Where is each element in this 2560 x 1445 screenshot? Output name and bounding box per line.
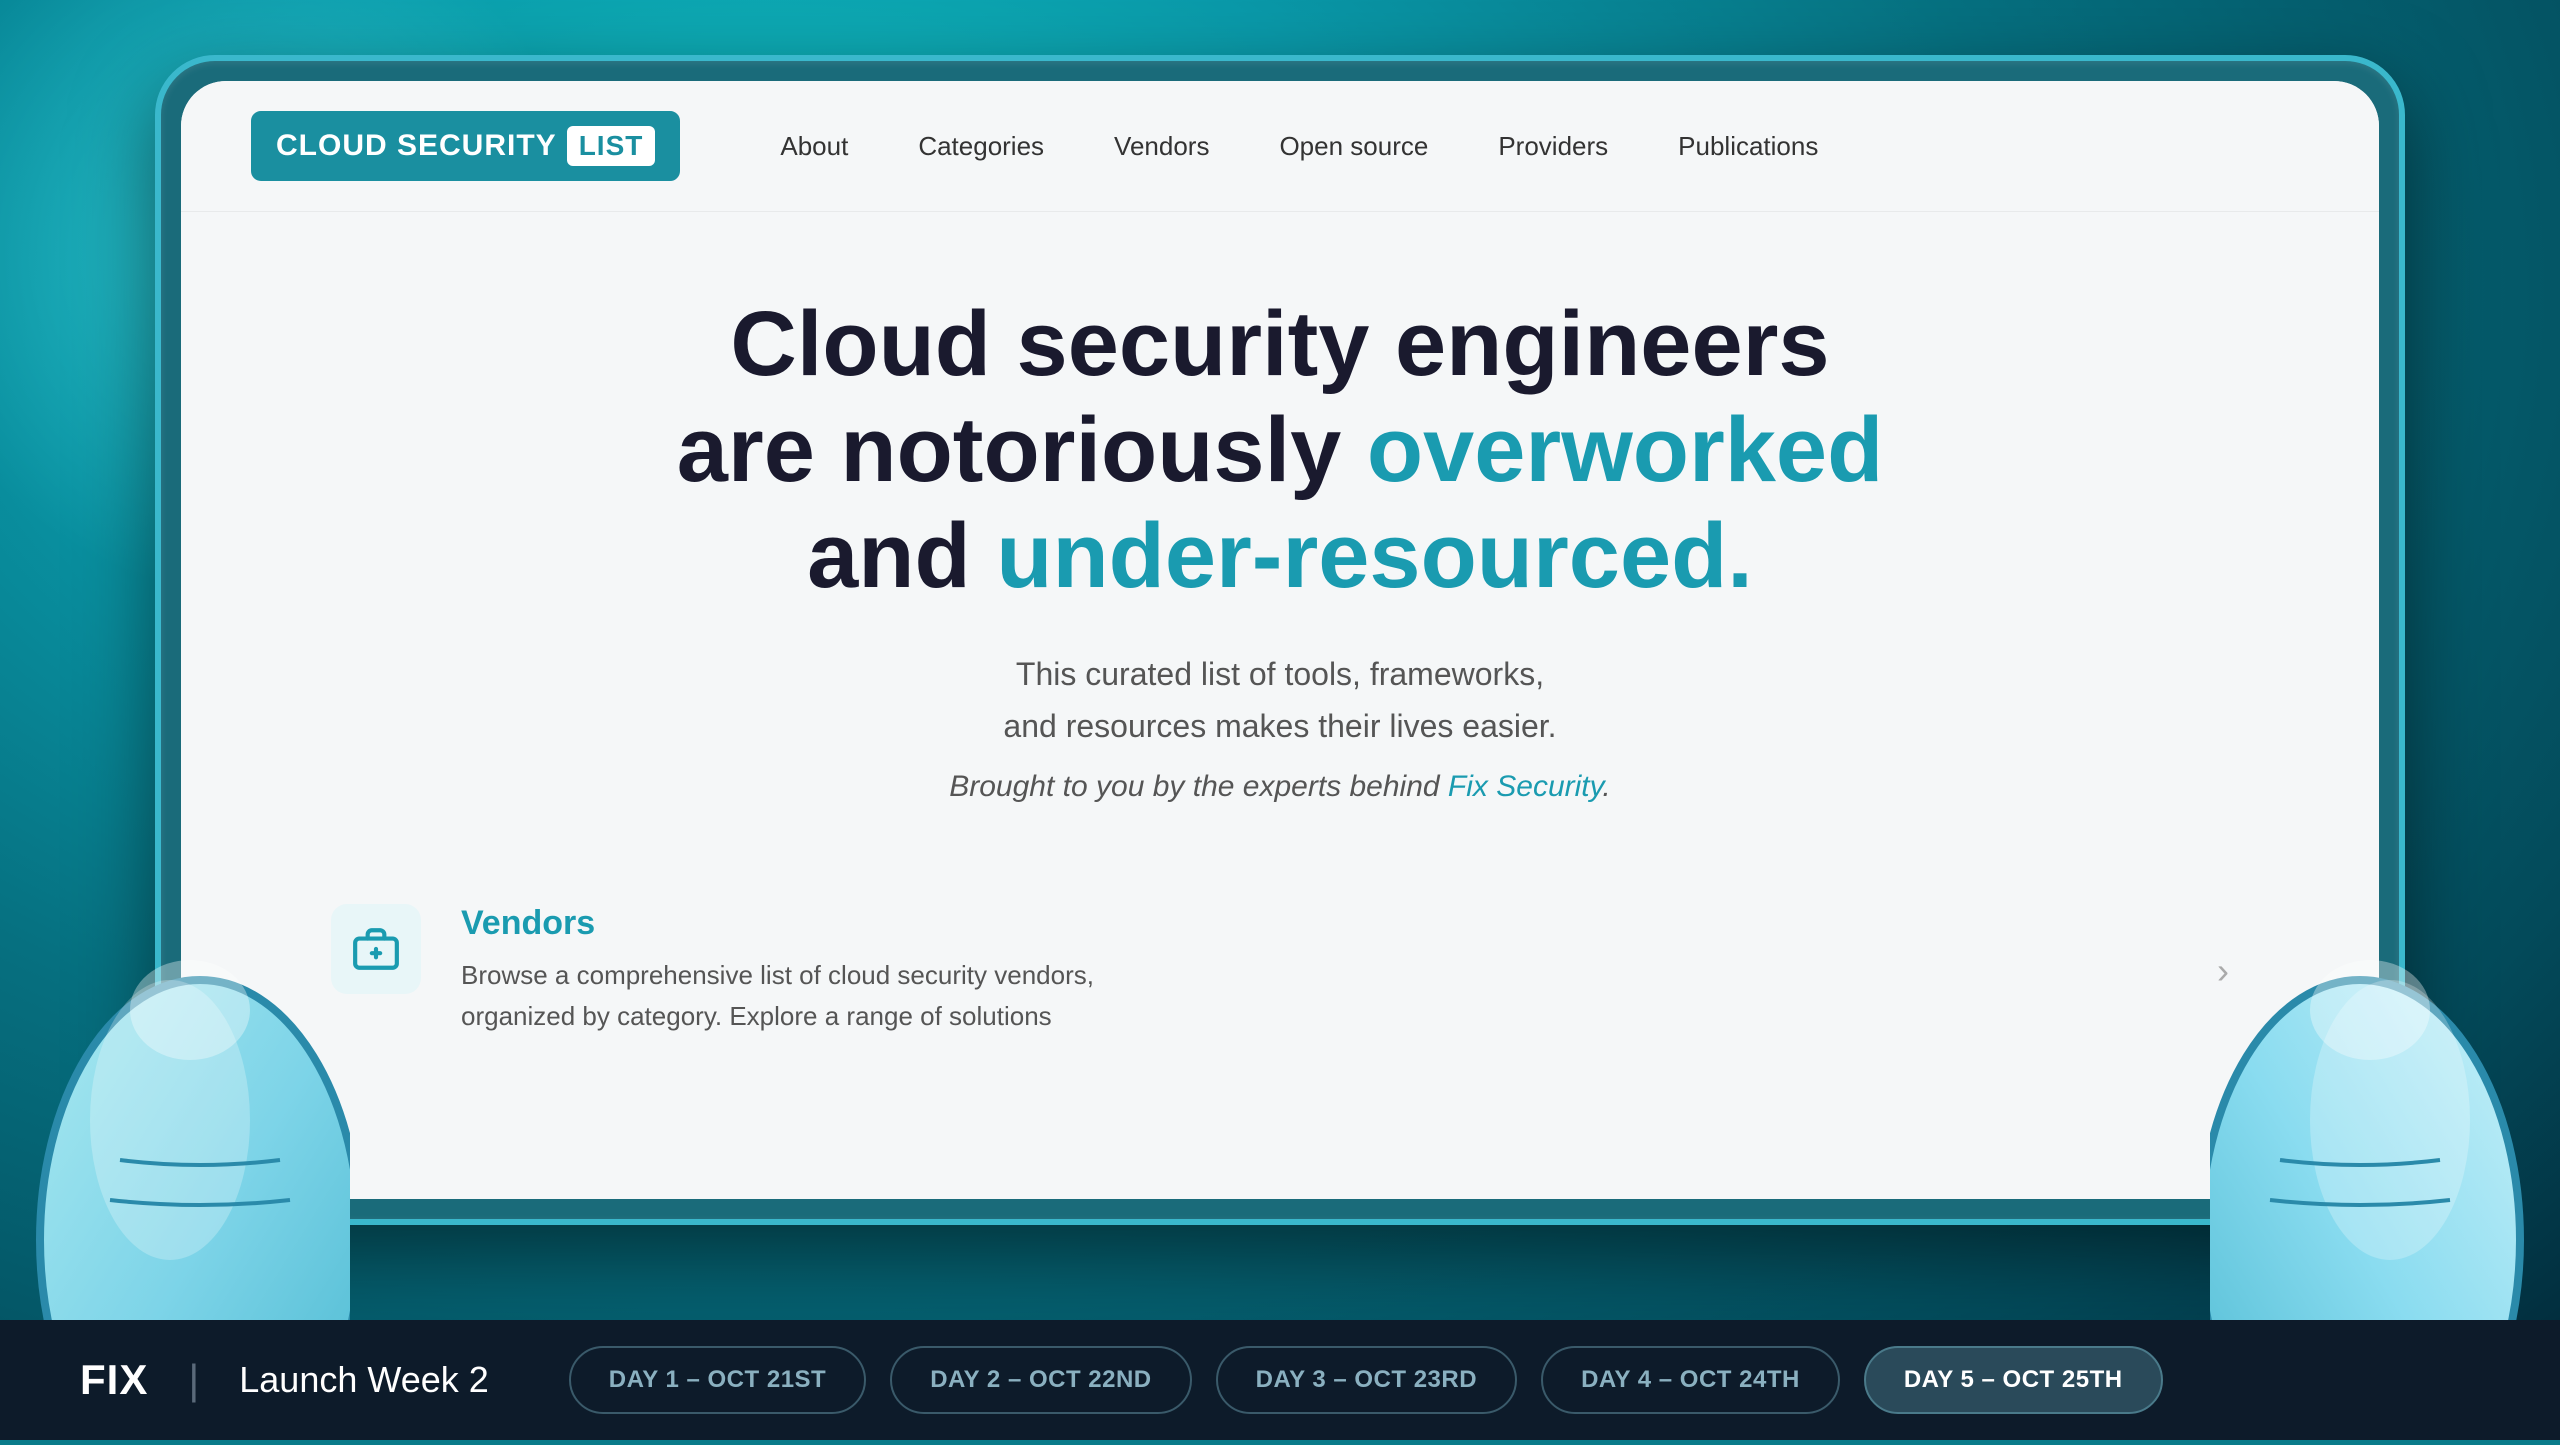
nav-publications[interactable]: Publications — [1678, 131, 1818, 162]
hero-subtitle: This curated list of tools, frameworks, … — [331, 649, 2229, 751]
vendor-content: Vendors Browse a comprehensive list of c… — [461, 904, 2177, 1038]
day-5-button[interactable]: DAY 5 – OCT 25TH — [1864, 1346, 2163, 1414]
nav-vendors[interactable]: Vendors — [1114, 131, 1209, 162]
nav-about[interactable]: About — [780, 131, 848, 162]
tablet-frame: CLOUD SECURITY LIST About Categories Ven… — [155, 55, 2405, 1225]
briefcase-icon — [351, 924, 401, 974]
navbar: CLOUD SECURITY LIST About Categories Ven… — [181, 81, 2379, 212]
screen: CLOUD SECURITY LIST About Categories Ven… — [181, 81, 2379, 1199]
nav-categories[interactable]: Categories — [918, 131, 1044, 162]
vendor-section: Vendors Browse a comprehensive list of c… — [181, 864, 2379, 1078]
logo-text-main: CLOUD SECURITY — [276, 129, 557, 163]
hero-title-part1: Cloud security engineers — [730, 293, 1829, 395]
hero-attribution-text: Brought to you by the experts behind — [949, 770, 1448, 803]
fix-security-link[interactable]: Fix Security — [1448, 770, 1602, 803]
day-buttons: DAY 1 – OCT 21ST DAY 2 – OCT 22ND DAY 3 … — [569, 1346, 2163, 1414]
logo[interactable]: CLOUD SECURITY LIST — [251, 111, 680, 181]
hero-highlight1: overworked — [1367, 399, 1883, 501]
fix-logo: FIX — [80, 1356, 148, 1404]
hero-section: Cloud security engineers are notoriously… — [181, 212, 2379, 864]
day-1-button[interactable]: DAY 1 – OCT 21ST — [569, 1346, 866, 1414]
day-4-button[interactable]: DAY 4 – OCT 24TH — [1541, 1346, 1840, 1414]
hero-subtitle-line2: and resources makes their lives easier. — [1003, 708, 1556, 744]
nav-links: About Categories Vendors Open source Pro… — [780, 131, 1818, 162]
nav-open-source[interactable]: Open source — [1279, 131, 1428, 162]
launch-week-label: Launch Week 2 — [239, 1359, 489, 1401]
hero-attribution: Brought to you by the experts behind Fix… — [331, 770, 2229, 804]
vendor-card[interactable]: Vendors Browse a comprehensive list of c… — [331, 904, 2229, 1038]
hero-highlight2: under-resourced. — [996, 505, 1753, 607]
vendor-desc-line2: organized by category. Explore a range o… — [461, 1001, 1052, 1031]
day-2-button[interactable]: DAY 2 – OCT 22ND — [890, 1346, 1191, 1414]
hero-attribution-period: . — [1602, 770, 1610, 803]
nav-providers[interactable]: Providers — [1498, 131, 1608, 162]
day-3-button[interactable]: DAY 3 – OCT 23RD — [1216, 1346, 1517, 1414]
logo-text-list: LIST — [567, 126, 656, 166]
separator: | — [188, 1356, 199, 1404]
hero-title-part2: are notoriously — [677, 399, 1367, 501]
vendor-description: Browse a comprehensive list of cloud sec… — [461, 955, 2177, 1038]
hero-title-part3: and — [807, 505, 996, 607]
hero-title: Cloud security engineers are notoriously… — [331, 292, 2229, 609]
vendor-title: Vendors — [461, 904, 2177, 943]
vendor-desc-line1: Browse a comprehensive list of cloud sec… — [461, 960, 1094, 990]
bottom-bar: FIX | Launch Week 2 DAY 1 – OCT 21ST DAY… — [0, 1320, 2560, 1440]
hero-subtitle-line1: This curated list of tools, frameworks, — [1016, 656, 1544, 692]
